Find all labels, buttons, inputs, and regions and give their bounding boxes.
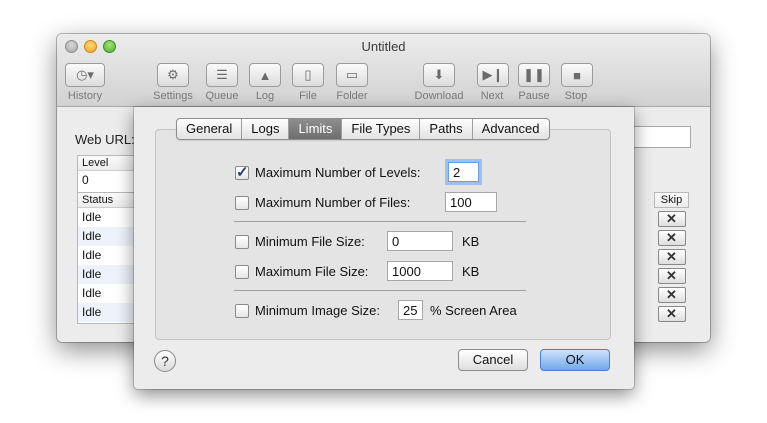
history-icon: ◷▾ <box>65 63 105 87</box>
toolbar-pause[interactable]: ❚❚ Pause <box>517 63 551 102</box>
status-row: Idle <box>82 210 102 224</box>
max-file-size-field[interactable]: 1000 <box>387 261 453 281</box>
status-row: Idle <box>82 248 102 262</box>
status-row: Idle <box>78 303 134 322</box>
status-table: Status Idle Idle Idle Idle Idle Idle <box>77 192 135 324</box>
status-row: Idle <box>78 227 134 246</box>
level-header: Level <box>78 156 134 171</box>
min-image-size-row[interactable]: Minimum Image Size: <box>235 303 380 318</box>
web-url-label: Web URL: <box>75 132 135 147</box>
next-icon: ▶❙ <box>477 63 509 87</box>
level-value: 0 <box>82 173 89 187</box>
toolbar-label: Log <box>255 90 275 102</box>
min-image-size-checkbox[interactable] <box>235 303 249 318</box>
status-row: Idle <box>82 286 102 300</box>
limits-panel <box>155 129 611 340</box>
toolbar-label: Settings <box>153 90 193 102</box>
download-icon: ⬇ <box>423 63 455 87</box>
max-file-size-checkbox[interactable] <box>235 264 249 279</box>
toolbar-label: Download <box>414 90 464 102</box>
tab-paths[interactable]: Paths <box>420 119 473 139</box>
toolbar-label: Queue <box>205 90 239 102</box>
tab-file-types[interactable]: File Types <box>342 119 421 139</box>
max-levels-field[interactable]: 2 <box>448 162 479 182</box>
toolbar-stop[interactable]: ■ Stop <box>561 63 593 102</box>
skip-button[interactable]: ✕ <box>657 249 686 265</box>
min-file-size-label: Minimum File Size: <box>255 234 365 249</box>
stop-icon: ■ <box>561 63 593 87</box>
toolbar-next[interactable]: ▶❙ Next <box>477 63 509 102</box>
skip-header: Skip <box>654 192 689 208</box>
pause-icon: ❚❚ <box>518 63 550 87</box>
tab-logs[interactable]: Logs <box>242 119 290 139</box>
tab-limits[interactable]: Limits <box>289 119 343 139</box>
min-file-size-field[interactable]: 0 <box>387 231 453 251</box>
warning-icon: ▲ <box>249 63 281 87</box>
max-files-label: Maximum Number of Files: <box>255 195 411 210</box>
toolbar-label: Pause <box>518 90 550 102</box>
ok-button[interactable]: OK <box>540 349 610 371</box>
skip-button[interactable]: ✕ <box>657 211 686 227</box>
max-file-size-unit: KB <box>462 264 480 279</box>
skip-button[interactable]: ✕ <box>657 230 686 246</box>
skip-button[interactable]: ✕ <box>657 287 686 303</box>
toolbar-file[interactable]: ▯ File <box>292 63 324 102</box>
window-title: Untitled <box>361 39 406 54</box>
min-image-size-field[interactable]: 25 <box>398 300 423 320</box>
max-files-row[interactable]: Maximum Number of Files: <box>235 195 410 210</box>
min-image-size-unit: % Screen Area <box>430 303 517 318</box>
max-levels-row[interactable]: Maximum Number of Levels: <box>235 163 421 181</box>
preferences-sheet: General Logs Limits File Types Paths Adv… <box>134 107 634 389</box>
gear-icon: ⚙ <box>157 63 189 87</box>
toolbar-settings[interactable]: ⚙ Settings <box>151 63 195 102</box>
separator <box>234 221 526 222</box>
toolbar-queue[interactable]: ☰ Queue <box>203 63 241 102</box>
max-levels-label: Maximum Number of Levels: <box>255 165 421 180</box>
skip-column: Skip ✕ ✕ ✕ ✕ ✕ ✕ <box>654 192 689 323</box>
max-levels-checkbox[interactable] <box>235 163 249 181</box>
max-file-size-label: Maximum File Size: <box>255 264 369 279</box>
title-bar: Untitled ◷▾ History ⚙ Settings ☰ Queue ▲… <box>57 34 710 107</box>
max-files-field[interactable]: 100 <box>445 192 497 212</box>
min-file-size-row[interactable]: Minimum File Size: <box>235 234 365 249</box>
max-files-checkbox[interactable] <box>235 195 249 210</box>
document-icon: ▯ <box>292 63 324 87</box>
tab-advanced[interactable]: Advanced <box>473 119 549 139</box>
skip-button[interactable]: ✕ <box>657 306 686 322</box>
max-file-size-row[interactable]: Maximum File Size: <box>235 264 368 279</box>
toolbar-folder[interactable]: ▭ Folder <box>333 63 371 102</box>
toolbar-label: Folder <box>336 90 368 102</box>
min-image-size-label: Minimum Image Size: <box>255 303 380 318</box>
help-button[interactable]: ? <box>154 350 176 372</box>
tab-general[interactable]: General <box>177 119 243 139</box>
skip-button[interactable]: ✕ <box>657 268 686 284</box>
folder-icon: ▭ <box>336 63 368 87</box>
cancel-button[interactable]: Cancel <box>458 349 528 371</box>
list-icon: ☰ <box>206 63 238 87</box>
toolbar-label: Next <box>480 90 504 102</box>
level-table: Level 0 <box>77 155 135 193</box>
min-file-size-checkbox[interactable] <box>235 234 249 249</box>
status-header: Status <box>78 193 134 208</box>
toolbar-label: File <box>299 90 317 102</box>
toolbar-log[interactable]: ▲ Log <box>249 63 281 102</box>
separator <box>234 290 526 291</box>
toolbar-label: History <box>67 90 103 102</box>
web-url-field[interactable] <box>633 126 691 148</box>
min-file-size-unit: KB <box>462 234 480 249</box>
toolbar-label: Stop <box>564 90 588 102</box>
toolbar-download[interactable]: ⬇ Download <box>411 63 467 102</box>
tab-bar: General Logs Limits File Types Paths Adv… <box>176 118 550 140</box>
toolbar-history[interactable]: ◷▾ History <box>65 63 105 102</box>
status-row: Idle <box>78 265 134 284</box>
